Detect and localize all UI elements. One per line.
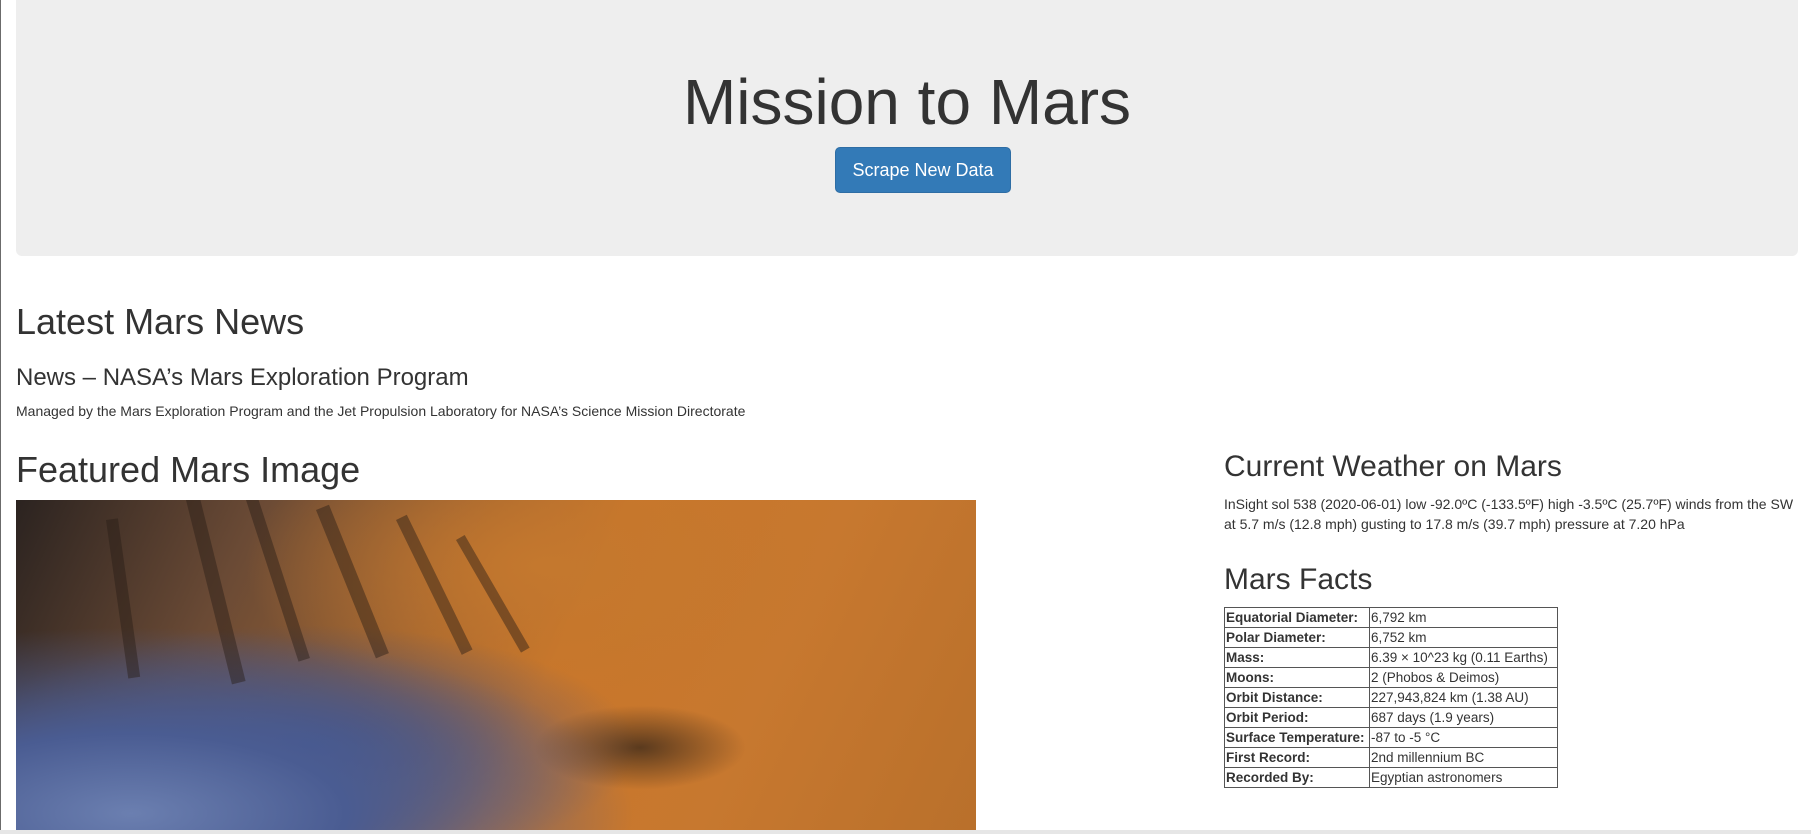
fact-value: 6.39 × 10^23 kg (0.11 Earths) <box>1369 647 1558 668</box>
fact-label: Orbit Distance: <box>1224 687 1370 708</box>
latest-news-heading: Latest Mars News <box>16 301 305 342</box>
scrape-new-data-button[interactable]: Scrape New Data <box>835 147 1011 193</box>
fact-value: 687 days (1.9 years) <box>1369 707 1558 728</box>
header-jumbotron: Mission to Mars Scrape New Data <box>16 0 1798 256</box>
table-row: Equatorial Diameter: 6,792 km <box>1224 607 1558 628</box>
table-row: Surface Temperature: -87 to -5 °C <box>1224 727 1558 748</box>
news-paragraph: Managed by the Mars Exploration Program … <box>16 403 746 419</box>
table-row: Mass: 6.39 × 10^23 kg (0.11 Earths) <box>1224 647 1558 668</box>
table-row: Orbit Distance: 227,943,824 km (1.38 AU) <box>1224 687 1558 708</box>
fact-value: 2nd millennium BC <box>1369 747 1558 768</box>
fact-value: 2 (Phobos & Deimos) <box>1369 667 1558 688</box>
fact-value: 6,792 km <box>1369 607 1558 628</box>
table-row: First Record: 2nd millennium BC <box>1224 747 1558 768</box>
window-bottom-edge <box>0 830 1811 834</box>
fact-label: Surface Temperature: <box>1224 727 1370 748</box>
table-row: Polar Diameter: 6,752 km <box>1224 627 1558 648</box>
fact-value: Egyptian astronomers <box>1369 767 1558 788</box>
fact-label: Equatorial Diameter: <box>1224 607 1370 628</box>
table-row: Recorded By: Egyptian astronomers <box>1224 767 1558 788</box>
weather-heading: Current Weather on Mars <box>1224 450 1562 483</box>
fact-value: -87 to -5 °C <box>1369 727 1558 748</box>
fact-label: First Record: <box>1224 747 1370 768</box>
window-left-border <box>0 0 1 834</box>
fact-label: Polar Diameter: <box>1224 627 1370 648</box>
mars-facts-heading: Mars Facts <box>1224 563 1373 596</box>
page-title: Mission to Mars <box>682 66 1132 138</box>
fact-label: Moons: <box>1224 667 1370 688</box>
weather-report: InSight sol 538 (2020-06-01) low -92.0ºC… <box>1224 496 1794 532</box>
featured-mars-image <box>16 500 976 830</box>
fact-value: 227,943,824 km (1.38 AU) <box>1369 687 1558 708</box>
fact-label: Orbit Period: <box>1224 707 1370 728</box>
featured-image-heading: Featured Mars Image <box>16 449 361 490</box>
news-title: News – NASA’s Mars Exploration Program <box>16 364 469 391</box>
mars-facts-table: Equatorial Diameter: 6,792 km Polar Diam… <box>1224 607 1558 788</box>
table-row: Orbit Period: 687 days (1.9 years) <box>1224 707 1558 728</box>
fact-label: Recorded By: <box>1224 767 1370 788</box>
fact-value: 6,752 km <box>1369 627 1558 648</box>
fact-label: Mass: <box>1224 647 1370 668</box>
table-row: Moons: 2 (Phobos & Deimos) <box>1224 667 1558 688</box>
